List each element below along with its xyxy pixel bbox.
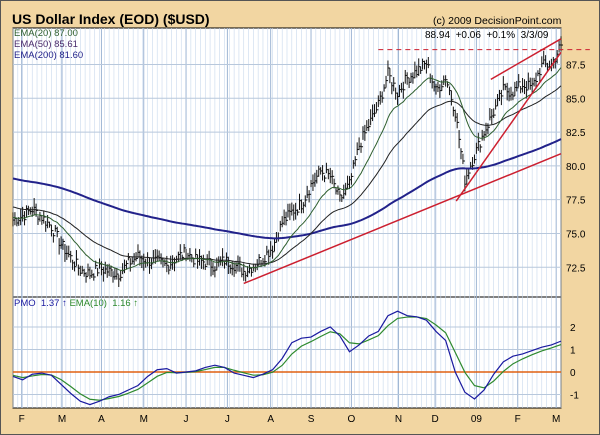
arrow-up-icon: ↑ xyxy=(133,298,139,309)
pmo-ema-value: 1.16 xyxy=(112,298,131,309)
x-tick-label: M xyxy=(140,414,148,425)
x-tick-label: M xyxy=(552,414,560,425)
y-tick-label: 72.5 xyxy=(566,263,586,274)
pmo-y-tick-label: 1 xyxy=(570,345,576,356)
quote-last: 88.94 xyxy=(425,30,451,41)
x-tick-label: A xyxy=(98,414,105,425)
x-tick-label: 09 xyxy=(471,414,483,425)
y-tick-label: 80.0 xyxy=(566,162,586,173)
x-tick-label: N xyxy=(395,414,402,425)
pmo-label: PMO xyxy=(14,298,36,309)
pmo-value: 1.37 xyxy=(40,298,60,309)
x-tick-label: J xyxy=(184,414,189,425)
pmo-y-tick-label: 0 xyxy=(570,368,576,379)
y-tick-label: 77.5 xyxy=(566,196,586,207)
y-tick-label: 87.5 xyxy=(566,60,586,71)
y-tick-label: 85.0 xyxy=(566,94,586,105)
quote-change: +0.06 xyxy=(455,30,481,41)
arrow-up-icon: ↑ xyxy=(62,298,67,309)
pmo-y-tick-label: 2 xyxy=(570,323,576,334)
x-tick-label: M xyxy=(58,414,66,425)
legend-ema200: EMA(200) 81.60 xyxy=(14,50,84,61)
x-tick-label: F xyxy=(19,414,25,425)
pmo-ema-label: EMA(10) xyxy=(69,298,107,309)
pmo-y-tick-label: -1 xyxy=(570,390,579,401)
quote-date: 3/3/09 xyxy=(520,30,549,41)
quote-readout: 88.94 +0.06 +0.1% 3/3/09 xyxy=(425,30,548,41)
x-tick-label: J xyxy=(225,414,230,425)
x-tick-label: A xyxy=(267,414,274,425)
x-tick-label: F xyxy=(515,414,521,425)
pmo-legend: PMO 1.37 ↑ EMA(10) 1.16 ↑ xyxy=(14,298,138,309)
quote-pct: +0.1% xyxy=(486,30,516,41)
y-tick-label: 82.5 xyxy=(566,128,586,139)
y-tick-label: 75.0 xyxy=(566,229,586,240)
legend-ema50: EMA(50) 85.61 xyxy=(14,39,78,50)
x-tick-label: S xyxy=(308,414,315,425)
chart-canvas: F M A M J J A S O N D 09 F M 72.5 75.0 77.5 80.0 82.5 85.0 8… xyxy=(12,27,590,425)
x-tick-label: D xyxy=(431,414,438,425)
legend-ema20: EMA(20) 87.00 xyxy=(14,28,78,39)
x-tick-label: O xyxy=(348,414,356,425)
